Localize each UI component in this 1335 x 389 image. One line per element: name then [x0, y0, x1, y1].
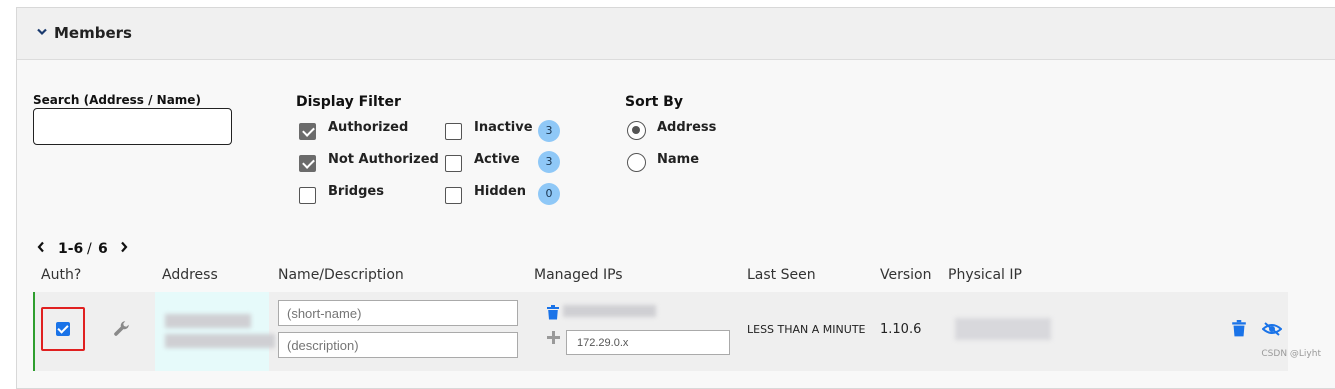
- sort-address-label: Address: [657, 120, 717, 135]
- plus-icon[interactable]: [547, 331, 560, 344]
- col-physical-ip: Physical IP: [948, 267, 1022, 283]
- page-separator: /: [87, 241, 92, 257]
- filter-active-label: Active: [474, 152, 520, 167]
- filter-hidden-checkbox[interactable]: [445, 187, 462, 204]
- filter-authorized-label: Authorized: [328, 120, 409, 135]
- chevron-right-icon[interactable]: [119, 241, 129, 253]
- page-total: 6: [98, 241, 108, 257]
- search-input[interactable]: [33, 108, 232, 145]
- filter-not-authorized-label: Not Authorized: [328, 152, 439, 167]
- col-address: Address: [162, 267, 218, 283]
- active-count-badge: 3: [538, 151, 560, 173]
- add-ip-input[interactable]: [566, 330, 730, 355]
- address-redacted: [165, 334, 275, 348]
- trash-icon[interactable]: [546, 305, 560, 320]
- sort-address-radio[interactable]: [627, 121, 646, 140]
- filter-hidden-label: Hidden: [474, 184, 527, 199]
- inactive-count-badge: 3: [538, 120, 560, 142]
- col-version: Version: [880, 267, 932, 283]
- trash-icon[interactable]: [1231, 320, 1247, 337]
- filter-inactive-checkbox[interactable]: [445, 123, 462, 140]
- short-name-input[interactable]: [278, 300, 518, 326]
- sort-by-heading: Sort By: [625, 94, 683, 110]
- sort-name-label: Name: [657, 152, 700, 167]
- filter-not-authorized-checkbox[interactable]: [299, 155, 316, 172]
- managed-ip-redacted: [563, 305, 656, 317]
- version-value: 1.10.6: [880, 322, 922, 337]
- search-label: Search (Address / Name): [33, 93, 201, 107]
- address-redacted: [165, 314, 251, 328]
- page-range: 1-6: [58, 241, 84, 257]
- address-cell: [155, 292, 275, 371]
- chevron-left-icon[interactable]: [36, 241, 46, 253]
- wrench-icon[interactable]: [113, 320, 130, 337]
- chevron-down-icon[interactable]: [36, 26, 48, 38]
- filter-bridges-label: Bridges: [328, 184, 384, 199]
- col-name-description: Name/Description: [278, 267, 404, 283]
- authorize-checkbox[interactable]: [56, 322, 70, 336]
- filter-inactive-label: Inactive: [474, 120, 533, 135]
- watermark: CSDN @Liyht: [1261, 349, 1321, 359]
- hidden-count-badge: 0: [538, 183, 560, 205]
- col-auth: Auth?: [41, 267, 82, 283]
- sort-name-radio[interactable]: [627, 153, 646, 172]
- display-filter-heading: Display Filter: [296, 94, 401, 110]
- filter-authorized-checkbox[interactable]: [299, 123, 316, 140]
- last-seen-value: LESS THAN A MINUTE: [747, 323, 866, 336]
- physical-ip-redacted: [955, 318, 1051, 340]
- description-input[interactable]: [278, 332, 518, 358]
- col-managed-ips: Managed IPs: [534, 267, 623, 283]
- members-panel-header[interactable]: Members: [17, 8, 1335, 60]
- filter-active-checkbox[interactable]: [445, 155, 462, 172]
- col-last-seen: Last Seen: [747, 267, 816, 283]
- filter-bridges-checkbox[interactable]: [299, 187, 316, 204]
- panel-title: Members: [54, 24, 132, 42]
- eye-off-icon[interactable]: [1262, 321, 1282, 337]
